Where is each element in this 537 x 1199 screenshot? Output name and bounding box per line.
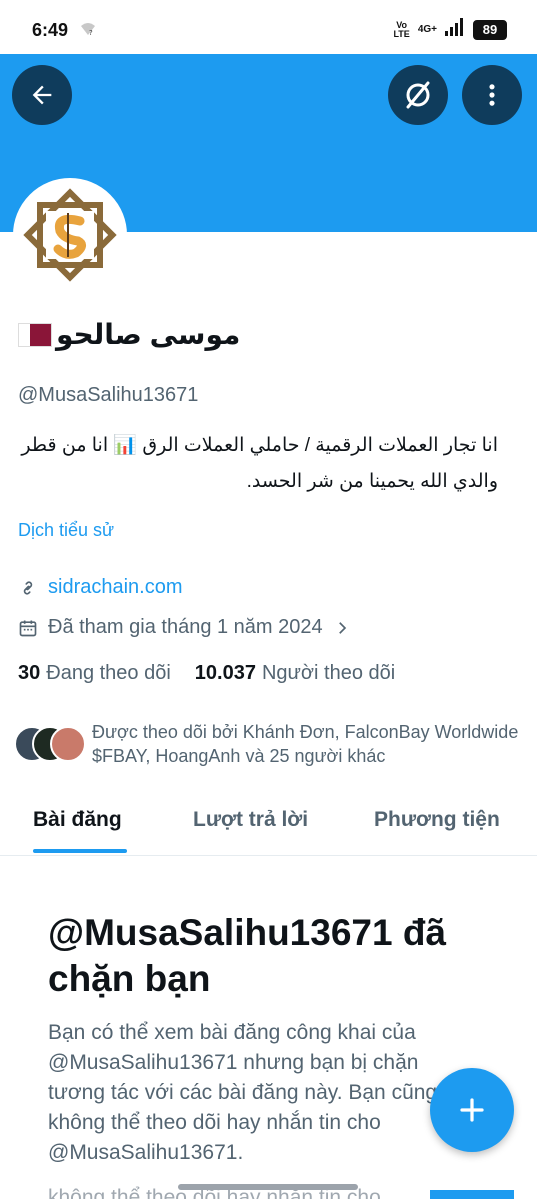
link-icon [23,580,33,595]
arrow-left-icon [32,85,52,105]
blocked-message: Bạn có thể xem bài đăng công khai của @M… [48,1021,438,1164]
status-bar: 6:49 ? Vo LTE 4G+ 89 [0,0,537,54]
tab-posts[interactable]: Bài đăng [33,808,122,832]
wifi-icon: ? [80,22,96,41]
following-count: 30 [18,662,41,684]
volte-indicator: Vo LTE [393,20,410,39]
ghost-compose-button [430,1190,514,1199]
compose-button[interactable] [430,1068,514,1152]
profile-tabs: Bài đăng Lượt trả lời Phương tiện [0,800,537,856]
followers-label: Người theo dõi [261,662,396,684]
followed-by-row[interactable]: Được theo dõi bởi Khánh Đơn, FalconBay W… [14,720,524,768]
signal-icon [445,18,465,41]
bio-line-2: والدي الله يحمينا من شر الحسد. [246,471,498,492]
battery-icon: 89 [473,19,507,40]
translate-bio-link[interactable]: Dịch tiểu sử [18,520,114,541]
follower-avatar-3 [50,726,86,762]
display-name-text: موسى صالحو [56,319,241,350]
back-button[interactable] [12,65,72,125]
volte-line2: LTE [393,28,410,39]
home-indicator[interactable] [178,1184,358,1190]
calendar-icon [19,620,37,636]
profile-bio: انا تجار العملات الرقمية / حاملي العملات… [18,428,498,500]
avatar-logo-icon [23,188,117,282]
following-label: Đang theo dõi [46,662,171,684]
following-stat[interactable]: 30 Đang theo dõi [18,662,171,685]
joined-date: Đã tham gia tháng 1 năm 2024 [48,616,323,638]
plus-icon [460,1098,484,1122]
website-link[interactable]: sidrachain.com [48,576,183,599]
svg-text:?: ? [89,29,93,36]
active-tab-indicator [33,849,127,853]
bio-line-1: انا تجار العملات الرقمية / حاملي العملات… [21,435,498,456]
blocked-title: @MusaSalihu13671 đã chặn bạn [48,912,447,999]
chevron-right-icon [338,621,346,634]
grok-icon [406,81,430,109]
qatar-flag-icon [18,322,52,347]
status-indicators: Vo LTE 4G+ 89 [393,18,507,41]
more-vertical-icon [489,84,495,106]
followers-count: 10.037 [194,662,256,684]
profile-avatar[interactable] [13,178,127,292]
grok-button[interactable] [388,65,448,125]
user-handle: @MusaSalihu13671 [18,384,199,406]
tab-replies[interactable]: Lượt trả lời [193,808,308,832]
follow-stats: 30 Đang theo dõi 10.037 Người theo dõi [18,662,395,685]
more-options-button[interactable] [462,65,522,125]
display-name: موسى صالحو [18,318,240,351]
joined-row[interactable]: Đã tham gia tháng 1 năm 2024 [18,616,351,639]
followed-by-text: Được theo dõi bởi Khánh Đơn, FalconBay W… [92,722,519,766]
tab-media[interactable]: Phương tiện [374,808,500,832]
followers-stat[interactable]: 10.037 Người theo dõi [195,662,395,685]
network-type: 4G+ [417,24,437,35]
website-row[interactable]: sidrachain.com [18,576,183,599]
status-time: 6:49 [32,20,69,40]
follower-avatars [14,726,86,764]
